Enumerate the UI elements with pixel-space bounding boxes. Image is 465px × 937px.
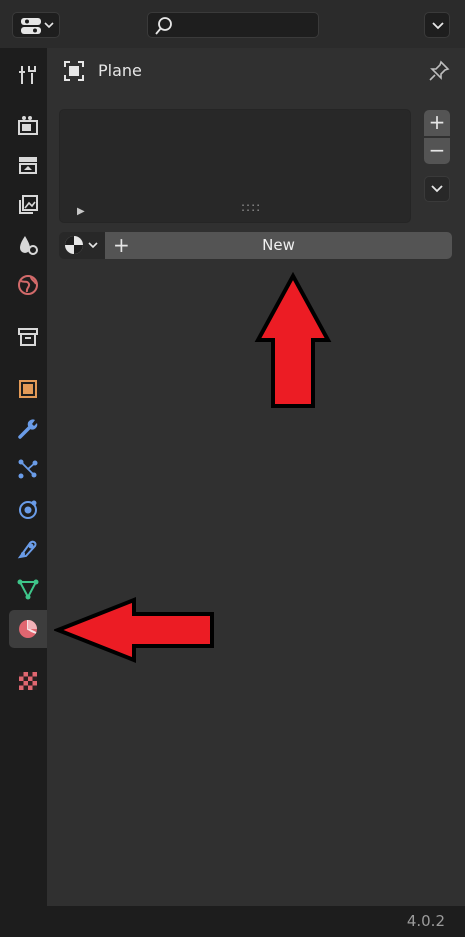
chevron-down-icon: [432, 22, 444, 30]
wrench-icon: [18, 419, 38, 439]
tab-constraints[interactable]: [9, 530, 47, 568]
tool-wrench-screwdriver-icon: [19, 66, 36, 84]
tab-particles[interactable]: [9, 450, 47, 488]
world-icon: [18, 275, 38, 295]
chevron-down-icon: [431, 185, 443, 193]
tab-output[interactable]: [9, 146, 47, 184]
scene-icon: [20, 236, 38, 255]
remove-material-slot-button[interactable]: −: [424, 138, 450, 164]
texture-checker-icon: [19, 672, 37, 690]
new-material-label: New: [262, 236, 295, 254]
arrow-up-annotation: [254, 272, 332, 408]
properties-editor-icon: [21, 18, 54, 34]
editor-type-button[interactable]: [12, 12, 60, 38]
material-slot-list[interactable]: ▶ ::::: [59, 109, 411, 223]
tab-render[interactable]: [9, 106, 47, 144]
object-name-label: Plane: [98, 61, 142, 80]
material-properties-panel: Plane ▶ :::: + − + New: [47, 48, 465, 906]
list-resize-grip[interactable]: ::::: [241, 200, 261, 214]
particles-icon: [18, 459, 38, 479]
status-bar: 4.0.2: [0, 906, 465, 937]
tab-modifiers[interactable]: [9, 410, 47, 448]
header-dropdown-button[interactable]: [424, 12, 450, 38]
add-material-slot-button[interactable]: +: [424, 110, 450, 136]
tab-tool[interactable]: [9, 56, 47, 94]
object-square-icon: [64, 61, 84, 81]
version-label: 4.0.2: [406, 912, 445, 930]
material-sphere-icon: [19, 620, 37, 638]
object-square-icon: [19, 380, 37, 398]
blender-properties-window: Plane ▶ :::: + − + New 4.0.2: [0, 0, 465, 937]
expand-play-icon[interactable]: ▶: [77, 206, 85, 217]
search-input[interactable]: [147, 12, 319, 38]
properties-tab-strip: [0, 48, 47, 906]
view-layer-icon: [19, 195, 38, 214]
material-browse-icon: [65, 236, 98, 254]
new-material-button[interactable]: + New: [105, 232, 452, 259]
tab-world[interactable]: [9, 266, 47, 304]
render-camera-icon: [18, 116, 38, 135]
tab-view-layer[interactable]: [9, 186, 47, 224]
browse-material-button[interactable]: [59, 232, 105, 259]
material-specials-menu-button[interactable]: [424, 176, 450, 202]
collection-box-icon: [18, 328, 38, 346]
tab-scene[interactable]: [9, 226, 47, 264]
search-icon: [155, 17, 172, 35]
mesh-data-triangle-icon: [17, 579, 39, 600]
tab-data[interactable]: [9, 570, 47, 608]
tab-texture[interactable]: [9, 662, 47, 700]
tab-material[interactable]: [9, 610, 47, 648]
tab-object[interactable]: [9, 370, 47, 408]
arrow-left-annotation: [54, 597, 214, 663]
pin-icon[interactable]: [427, 59, 451, 83]
constraints-icon: [17, 540, 37, 559]
physics-orbit-icon: [19, 500, 37, 519]
properties-header: [0, 0, 465, 48]
tab-collection[interactable]: [9, 318, 47, 356]
tab-physics[interactable]: [9, 490, 47, 528]
output-printer-icon: [19, 157, 37, 174]
